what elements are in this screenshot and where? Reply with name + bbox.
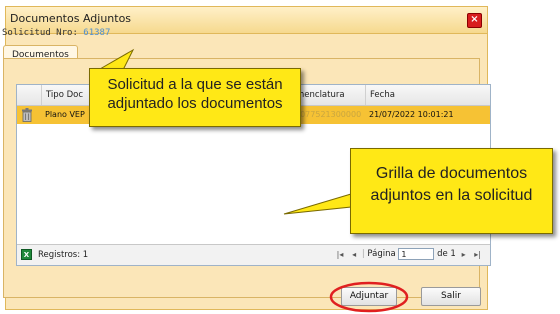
callout-solicitud-line2: adjuntado los documentos [107, 95, 283, 112]
callout-solicitud-line1: Solicitud a la que se están [107, 76, 283, 93]
callout-grilla: Grilla de documentos adjuntos en la soli… [350, 148, 553, 234]
callout-grilla-line1: Grilla de documentos [375, 165, 528, 182]
callout-pointer-grilla [283, 193, 352, 215]
adjuntar-highlight-ring [329, 281, 409, 313]
callout-grilla-line2: adjuntos en la solicitud [370, 187, 533, 204]
callout-solicitud: Solicitud a la que se están adjuntado lo… [89, 68, 301, 127]
